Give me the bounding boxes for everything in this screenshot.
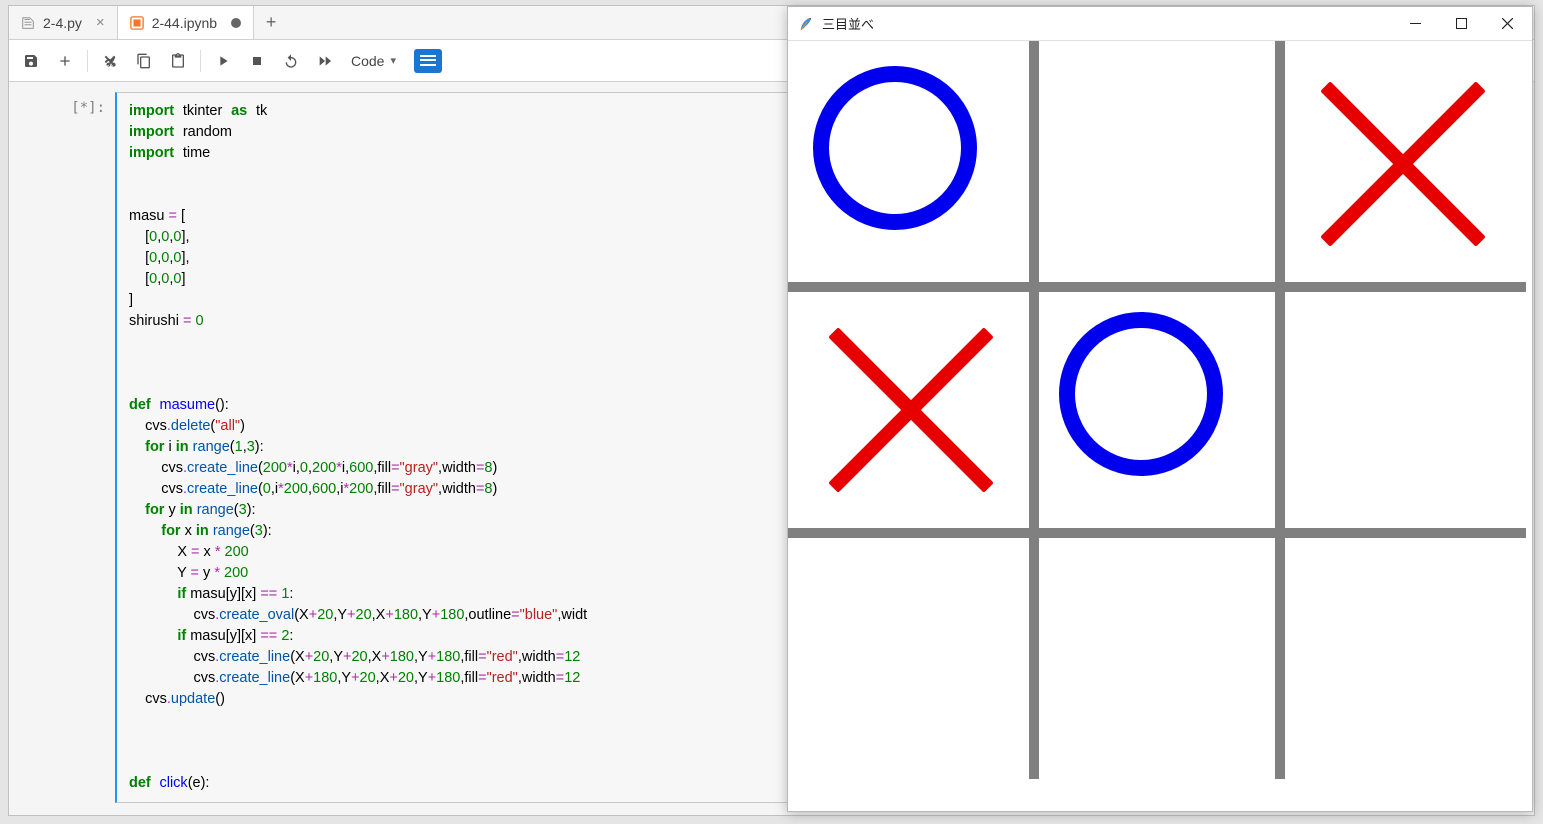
- close-icon[interactable]: ×: [96, 14, 105, 31]
- cell-type-select[interactable]: Code ▾: [343, 53, 404, 69]
- paste-button[interactable]: [162, 45, 194, 77]
- grid-line: [788, 528, 1526, 538]
- grid-line: [1275, 41, 1285, 779]
- window-title: 三目並べ: [822, 14, 874, 33]
- cell-type-label: Code: [351, 53, 384, 69]
- mark-circle: [1059, 312, 1224, 477]
- restart-run-all-button[interactable]: [309, 45, 341, 77]
- grid-line: [788, 282, 1526, 292]
- tkinter-window: 三目並べ: [787, 6, 1533, 812]
- tab-label: 2-4.py: [43, 15, 82, 31]
- grid-line: [1029, 41, 1039, 779]
- tab-label: 2-44.ipynb: [152, 15, 217, 31]
- interrupt-button[interactable]: [241, 45, 273, 77]
- tab-file-1[interactable]: 2-44.ipynb: [118, 6, 254, 39]
- maximize-button[interactable]: [1438, 8, 1484, 40]
- window-controls: [1392, 8, 1530, 40]
- notebook-file-icon: [130, 16, 144, 30]
- restart-button[interactable]: [275, 45, 307, 77]
- mark-cross: [1305, 66, 1502, 263]
- mark-circle: [813, 66, 978, 231]
- cut-button[interactable]: [94, 45, 126, 77]
- save-button[interactable]: [15, 45, 47, 77]
- python-file-icon: [21, 16, 35, 30]
- toolbar-separator: [200, 50, 201, 72]
- command-palette-button[interactable]: [414, 49, 442, 73]
- game-canvas[interactable]: [788, 41, 1532, 811]
- close-button[interactable]: [1484, 8, 1530, 40]
- run-button[interactable]: [207, 45, 239, 77]
- tk-feather-icon: [798, 16, 814, 32]
- toolbar-separator: [87, 50, 88, 72]
- chevron-down-icon: ▾: [390, 54, 396, 67]
- unsaved-indicator-icon: [231, 18, 241, 28]
- insert-cell-button[interactable]: [49, 45, 81, 77]
- tab-file-0[interactable]: 2-4.py ×: [9, 6, 118, 39]
- minimize-button[interactable]: [1392, 8, 1438, 40]
- cell-prompt: [*]:: [19, 92, 115, 803]
- new-tab-button[interactable]: +: [254, 6, 288, 39]
- mark-cross: [813, 312, 1010, 509]
- copy-button[interactable]: [128, 45, 160, 77]
- window-titlebar[interactable]: 三目並べ: [788, 7, 1532, 41]
